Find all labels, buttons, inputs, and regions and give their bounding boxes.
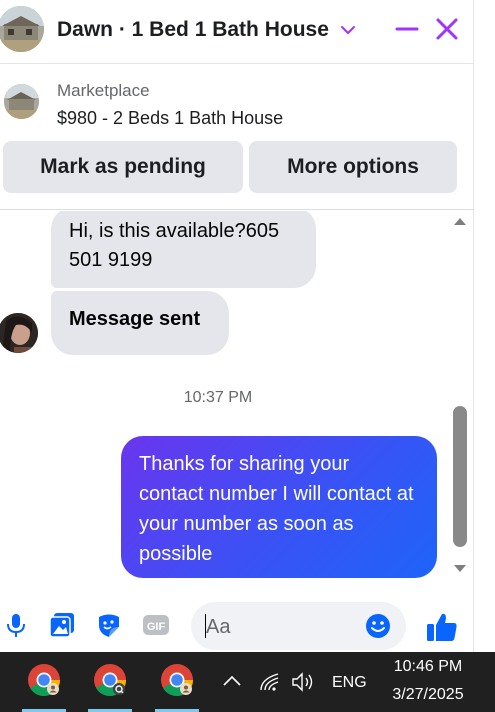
show-hidden-icons-chevron-icon[interactable]	[221, 670, 243, 692]
windows-taskbar: ENG 10:46 PM 3/27/2025	[0, 652, 495, 712]
taskbar-clock-date[interactable]: 3/27/2025	[375, 686, 481, 704]
message-composer: GIF	[0, 582, 474, 652]
close-icon[interactable]	[434, 16, 460, 42]
marketplace-listing-card: Marketplace $980 - 2 Beds 1 Bath House M…	[0, 64, 474, 210]
message-input-container[interactable]	[191, 602, 406, 650]
more-options-button[interactable]: More options	[249, 141, 457, 193]
mark-as-pending-button[interactable]: Mark as pending	[3, 141, 243, 193]
messenger-chat-window: Dawn · 1 Bed 1 Bath House Marketplace $9…	[0, 0, 474, 652]
incoming-message-bubble[interactable]: Hi, is this available?605 501 9199	[51, 211, 316, 288]
volume-icon[interactable]	[291, 670, 317, 694]
photo-icon[interactable]	[49, 612, 75, 638]
conversation-title: Dawn · 1 Bed 1 Bath House	[57, 18, 329, 41]
scroll-up-arrow-icon[interactable]	[454, 218, 466, 225]
emoji-icon[interactable]	[365, 613, 391, 639]
gif-label: GIF	[147, 621, 166, 633]
chrome-icon	[94, 664, 127, 697]
minimize-icon[interactable]	[394, 16, 420, 42]
listing-title[interactable]: $980 - 2 Beds 1 Bath House	[57, 108, 283, 129]
listing-source-label: Marketplace	[57, 81, 150, 100]
conversation-title-menu[interactable]: Dawn · 1 Bed 1 Bath House	[57, 18, 357, 42]
gif-icon[interactable]: GIF	[143, 612, 169, 638]
message-timestamp: 10:37 PM	[183, 389, 253, 406]
listing-thumbnail[interactable]	[4, 84, 39, 119]
chrome-taskbar-button[interactable]	[18, 652, 70, 712]
chrome-icon	[161, 664, 194, 697]
message-input[interactable]	[206, 614, 356, 640]
chrome-icon	[28, 664, 61, 697]
microphone-icon[interactable]	[3, 612, 29, 638]
wifi-icon[interactable]	[258, 670, 282, 694]
scrollbar-thumb[interactable]	[453, 406, 467, 547]
contact-avatar[interactable]	[0, 6, 44, 52]
incoming-message-bubble[interactable]: Message sent	[51, 291, 229, 355]
outgoing-message-bubble[interactable]: Thanks for sharing your contact number I…	[121, 436, 437, 578]
sender-avatar[interactable]	[0, 313, 38, 353]
chevron-down-icon	[340, 26, 355, 34]
taskbar-clock-time[interactable]: 10:46 PM	[375, 658, 481, 676]
scroll-down-arrow-icon[interactable]	[454, 565, 466, 572]
message-thread: Hi, is this available?605 501 9199 Messa…	[0, 211, 474, 581]
chat-header: Dawn · 1 Bed 1 Bath House	[0, 0, 474, 64]
input-language-indicator[interactable]: ENG	[332, 674, 367, 692]
sticker-icon[interactable]	[96, 612, 122, 638]
chrome-taskbar-button[interactable]	[151, 652, 203, 712]
thumbs-up-icon[interactable]	[425, 610, 459, 644]
chrome-taskbar-button[interactable]	[84, 652, 136, 712]
